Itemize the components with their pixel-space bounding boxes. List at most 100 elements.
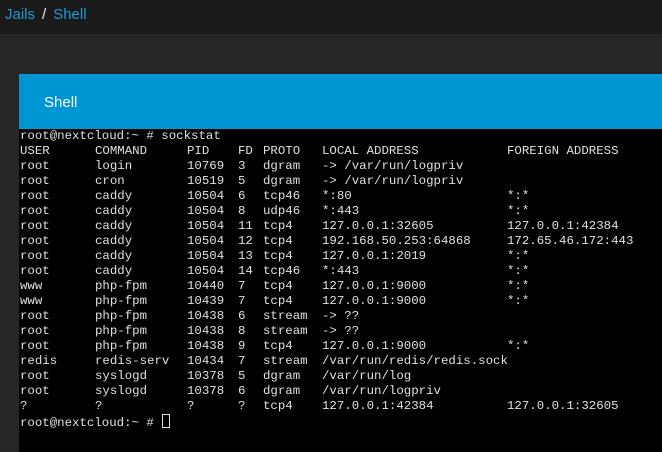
cell-command: caddy xyxy=(95,249,133,263)
terminal-row: root syslogd 10378 6 dgram/var/run/logpriv xyxy=(19,384,662,399)
cell-fd: 8 xyxy=(238,324,246,338)
terminal[interactable]: root@nextcloud:~ # sockstat USER COMMAND… xyxy=(19,129,662,452)
cell-local-address: -> ?? xyxy=(322,324,360,338)
terminal-row: root syslogd 10378 5 dgram/var/run/log xyxy=(19,369,662,384)
cell-fd: 3 xyxy=(238,159,246,173)
cell-pid: 10504 xyxy=(187,264,225,278)
cell-command: login xyxy=(95,159,133,173)
cell-foreign-address: 172.65.46.172:443 xyxy=(507,234,634,248)
terminal-row: root caddy 10504 12 tcp4 192.168.50.253:64868… xyxy=(19,234,662,249)
cell-pid: 10438 xyxy=(187,324,225,338)
breadcrumb-jails-link[interactable]: Jails xyxy=(5,6,35,23)
cell-command: php-fpm xyxy=(95,339,148,353)
cell-local-address: /var/run/logpriv xyxy=(322,384,441,398)
terminal-row: root caddy 10504 11 tcp4 127.0.0.1:32605 127.0… xyxy=(19,219,662,234)
cell-fd: 7 xyxy=(238,354,246,368)
header-proto: PROTO xyxy=(263,144,301,158)
terminal-cursor xyxy=(162,414,171,428)
cell-command: syslogd xyxy=(95,369,148,383)
cell-foreign-address: *:* xyxy=(507,294,530,308)
cell-fd: 6 xyxy=(238,189,246,203)
cell-local-address: *:443 xyxy=(322,204,360,218)
terminal-row: ???? tcp4 127.0.0.1:42384 127.0.0.1:32605 xyxy=(19,399,662,414)
cell-local-address: 127.0.0.1:9000 xyxy=(322,294,427,308)
cell-command: caddy xyxy=(95,234,133,248)
cell-user: root xyxy=(20,234,50,248)
cell-foreign-address: 127.0.0.1:42384 xyxy=(507,219,619,233)
cell-fd: 12 xyxy=(238,234,253,248)
cell-user: root xyxy=(20,369,50,383)
cell-user: root xyxy=(20,309,50,323)
terminal-prompt-line: root@nextcloud:~ # xyxy=(19,414,662,430)
cell-command: ? xyxy=(95,399,103,413)
header-foreign-address: FOREIGN ADDRESS xyxy=(507,144,619,158)
cell-fd: 7 xyxy=(238,294,246,308)
cell-fd: 13 xyxy=(238,249,253,263)
top-bar: Jails / Shell xyxy=(0,0,662,34)
cell-user: www xyxy=(20,279,43,293)
header-pid: PID xyxy=(187,144,210,158)
terminal-command-line: root@nextcloud:~ # sockstat xyxy=(20,129,221,143)
cell-pid: 10438 xyxy=(187,339,225,353)
cell-local-address: /var/run/redis/redis.sock xyxy=(322,354,508,368)
terminal-row: root cron 10519 5 dgram -> /var/run/logpriv xyxy=(19,174,662,189)
cell-command: php-fpm xyxy=(95,294,148,308)
header-command: COMMAND xyxy=(95,144,148,158)
cell-local-address: -> ?? xyxy=(322,309,360,323)
cell-pid: 10504 xyxy=(187,189,225,203)
breadcrumb-shell-link[interactable]: Shell xyxy=(53,6,86,23)
cell-pid: 10439 xyxy=(187,294,225,308)
cell-fd: 6 xyxy=(238,384,246,398)
terminal-rows: root login 10769 3 dgram -> /var/run/logpriv r… xyxy=(19,159,662,414)
cell-foreign-address: *:* xyxy=(507,249,530,263)
cell-command: php-fpm xyxy=(95,324,148,338)
cell-proto: tcp4 xyxy=(263,249,293,263)
cell-user: root xyxy=(20,219,50,233)
cell-command: redis-serv xyxy=(95,354,170,368)
cell-command: caddy xyxy=(95,189,133,203)
cell-command: cron xyxy=(95,174,125,188)
cell-local-address: /var/run/log xyxy=(322,369,412,383)
cell-user: root xyxy=(20,159,50,173)
terminal-row: root caddy 10504 13 tcp4 127.0.0.1:2019 *:* xyxy=(19,249,662,264)
cell-command: php-fpm xyxy=(95,309,148,323)
cell-proto: udp46 xyxy=(263,204,301,218)
cell-fd: 6 xyxy=(238,309,246,323)
cell-command: syslogd xyxy=(95,384,148,398)
cell-command: caddy xyxy=(95,204,133,218)
cell-local-address: 127.0.0.1:9000 xyxy=(322,339,427,353)
cell-fd: 7 xyxy=(238,279,246,293)
cell-local-address: 127.0.0.1:32605 xyxy=(322,219,434,233)
breadcrumb: Jails / Shell xyxy=(5,6,87,23)
terminal-row: root php-fpm 10438 8 stream -> ?? xyxy=(19,324,662,339)
cell-user: root xyxy=(20,384,50,398)
cell-proto: tcp4 xyxy=(263,399,293,413)
cell-pid: 10504 xyxy=(187,219,225,233)
cell-proto: tcp4 xyxy=(263,279,293,293)
cell-command: caddy xyxy=(95,264,133,278)
cell-user: root xyxy=(20,204,50,218)
cell-user: root xyxy=(20,189,50,203)
cell-pid: 10504 xyxy=(187,204,225,218)
cell-command: php-fpm xyxy=(95,279,148,293)
terminal-row: root php-fpm 10438 9 tcp4 127.0.0.1:9000 *:* xyxy=(19,339,662,354)
terminal-prompt: root@nextcloud:~ # xyxy=(20,416,162,430)
terminal-row: root caddy 10504 8 udp46 *:443 *:* xyxy=(19,204,662,219)
cell-fd: 8 xyxy=(238,204,246,218)
cell-foreign-address: *:* xyxy=(507,339,530,353)
cell-command: caddy xyxy=(95,219,133,233)
cell-proto: tcp46 xyxy=(263,264,301,278)
cell-user: root xyxy=(20,249,50,263)
cell-local-address: *:443 xyxy=(322,264,360,278)
cell-foreign-address: *:* xyxy=(507,204,530,218)
cell-fd: 11 xyxy=(238,219,253,233)
cell-local-address: -> /var/run/logpriv xyxy=(322,159,464,173)
cell-user: ? xyxy=(20,399,28,413)
cell-foreign-address: *:* xyxy=(507,264,530,278)
shell-card-title: Shell xyxy=(44,94,78,111)
cell-proto: tcp4 xyxy=(263,234,293,248)
header-fd: FD xyxy=(238,144,253,158)
cell-fd: 14 xyxy=(238,264,253,278)
terminal-row: root caddy 10504 6 tcp46 *:80 *:* xyxy=(19,189,662,204)
cell-local-address: 127.0.0.1:9000 xyxy=(322,279,427,293)
